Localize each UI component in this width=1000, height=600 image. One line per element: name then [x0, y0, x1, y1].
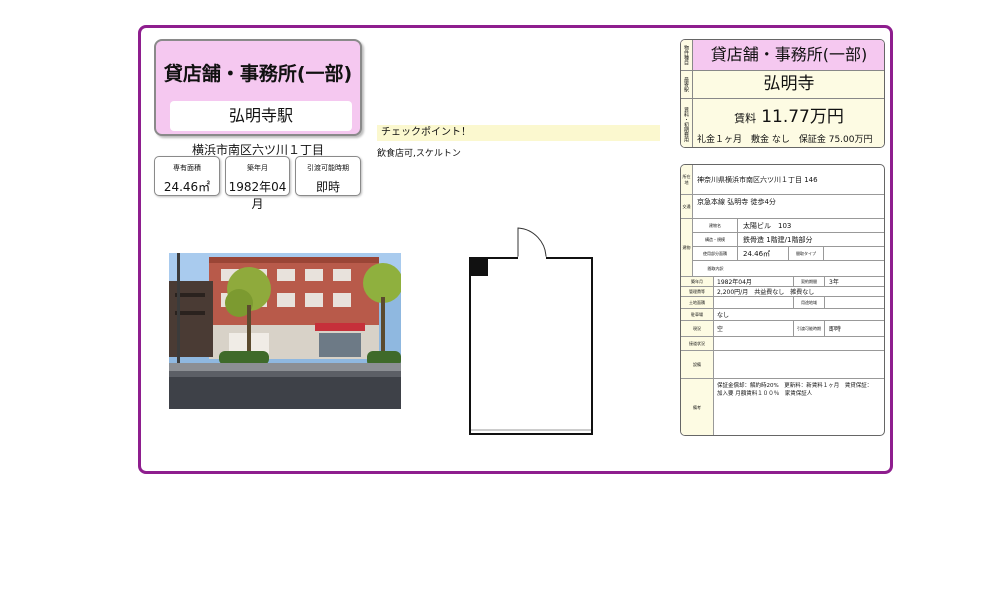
detail-row-remarks: 備考 保証金償却：解約時20% 更新料：新賃料１ヶ月 賃貸保証： 加入要 月額賃… — [681, 379, 884, 435]
detail-label-status: 現況 — [681, 321, 714, 336]
detail-label-parking: 駐車場 — [681, 309, 714, 320]
detail-remarks-2: 加入要 月額賃料１００％ 家賃保証人 — [717, 391, 813, 397]
detail-area: 24.46㎡ — [743, 250, 771, 258]
detail-label-remarks: 備考 — [681, 379, 714, 435]
detail-row-structure: 構造・規模 鉄骨造 1階建/1階部分 — [693, 233, 884, 247]
summary-rent-label: 賃料 — [734, 112, 757, 125]
detail-label-building-name: 建物名 — [693, 219, 738, 232]
detail-parking: なし — [717, 312, 730, 319]
detail-row-building-name: 建物名 太陽ビル 103 — [693, 219, 884, 233]
detail-table: 所在地 神奈川県横浜市南区六ツ川１丁目 146 交通 京急本線 弘明寺 徒歩4分… — [680, 164, 885, 436]
detail-handover: 即時 — [829, 326, 842, 333]
summary-rent-line: 賃料 11.77万円 — [694, 102, 884, 127]
info-area-value: 24.46㎡ — [163, 180, 211, 194]
detail-remarks-1: 保証金償却：解約時20% 更新料：新賃料１ヶ月 賃貸保証： — [717, 383, 873, 389]
detail-row-parking: 駐車場 なし — [681, 309, 884, 321]
detail-label-location: 所在地 — [681, 165, 693, 194]
property-type: 貸店舗・事務所(一部) — [163, 63, 353, 85]
summary-side-label-rent: 賃料・初期費用 — [681, 99, 693, 147]
detail-label-area: 使用部分面積 — [693, 247, 738, 260]
detail-row-area: 使用部分面積 24.46㎡ 間取タイプ — [693, 247, 884, 261]
detail-row-built: 築年月 1982年04月 契約期間 3年 — [681, 277, 884, 287]
summary-type-row: 物件種目 貸店舗・事務所(一部) — [681, 40, 884, 71]
detail-row-vicinity: 接道状況 — [681, 337, 884, 351]
info-area: 専有面積 24.46㎡ — [154, 156, 220, 196]
summary-side-label-type: 物件種目 — [681, 40, 693, 70]
detail-mgmt-fee: 2,200円/月 共益費なし 雑費なし — [717, 289, 815, 296]
detail-label-traffic: 交通 — [681, 195, 693, 218]
building-photo — [169, 253, 401, 409]
detail-built: 1982年04月 — [717, 279, 752, 286]
summary-type: 貸店舗・事務所(一部) — [710, 45, 868, 64]
info-handover: 引渡可能時期 即時 — [295, 156, 361, 196]
detail-structure: 鉄骨造 1階建/1階部分 — [743, 236, 813, 244]
info-handover-value: 即時 — [315, 180, 340, 194]
summary-terms: 礼金１ヶ月 敷金 なし 保証金 75.00万円 — [697, 135, 873, 145]
summary-card: 物件種目 貸店舗・事務所(一部) 最寄駅 弘明寺 賃料・初期費用 賃料 11.7… — [680, 39, 885, 148]
detail-label-layout-type: 間取タイプ — [788, 247, 824, 260]
info-built: 築年月 1982年04月 — [225, 156, 290, 211]
station-name: 弘明寺駅 — [170, 101, 352, 131]
info-area-label: 専有面積 — [173, 164, 201, 172]
detail-label-structure: 構造・規模 — [693, 233, 738, 246]
detail-label-zoning: 用途地域 — [793, 297, 825, 308]
detail-row-transport: 交通 京急本線 弘明寺 徒歩4分 — [681, 195, 884, 219]
detail-label-contract: 契約期間 — [793, 277, 825, 286]
detail-row-land: 土地面積 用途地域 — [681, 297, 884, 309]
detail-building-section: 建物 建物名 太陽ビル 103 構造・規模 鉄骨造 1階建/1階部分 使用部分面… — [681, 219, 884, 277]
summary-side-label-station: 最寄駅 — [681, 71, 693, 98]
detail-label-layout-detail: 間取内訳 — [707, 266, 724, 271]
title-card: 貸店舗・事務所(一部) 弘明寺駅 — [154, 39, 362, 136]
info-built-label: 築年月 — [247, 164, 268, 172]
floor-plan — [466, 223, 596, 442]
detail-row-mgmt: 管理費等 2,200円/月 共益費なし 雑費なし — [681, 287, 884, 297]
summary-station-row: 最寄駅 弘明寺 — [681, 71, 884, 99]
detail-label-land: 土地面積 — [681, 297, 714, 308]
detail-row-address: 所在地 神奈川県横浜市南区六ツ川１丁目 146 — [681, 165, 884, 195]
detail-label-handover: 引渡可能時期 — [793, 321, 825, 336]
detail-label-vicinity: 接道状況 — [681, 337, 714, 350]
summary-station: 弘明寺 — [763, 74, 815, 94]
detail-transport: 京急本線 弘明寺 徒歩4分 — [697, 198, 776, 206]
property-flyer: 貸店舗・事務所(一部) 弘明寺駅 横浜市南区六ツ川１丁目 専有面積 24.46㎡… — [138, 25, 893, 474]
info-built-value: 1982年04月 — [228, 180, 287, 211]
detail-row-facilities: 設備 — [681, 351, 884, 379]
detail-label-built: 築年月 — [681, 277, 714, 286]
detail-row-layout-detail: 間取内訳 — [693, 261, 884, 277]
summary-rent-value: 11.77万円 — [761, 107, 844, 127]
detail-label-building: 建物 — [681, 219, 693, 276]
detail-label-facilities: 設備 — [681, 351, 714, 378]
detail-label-mgmt: 管理費等 — [681, 287, 714, 296]
summary-rent-row: 賃料・初期費用 賃料 11.77万円 礼金１ヶ月 敷金 なし 保証金 75.00… — [681, 99, 884, 147]
info-handover-label: 引渡可能時期 — [307, 164, 349, 172]
summary-rent: 賃料 11.77万円 礼金１ヶ月 敷金 なし 保証金 75.00万円 — [694, 99, 884, 147]
detail-building-name: 太陽ビル 103 — [743, 222, 792, 230]
detail-row-status: 現況 空 引渡可能時期 即時 — [681, 321, 884, 337]
check-point-text: 飲食店可,スケルトン — [377, 149, 461, 159]
detail-address: 神奈川県横浜市南区六ツ川１丁目 146 — [697, 176, 818, 184]
detail-status: 空 — [717, 326, 724, 333]
check-point-title: チェックポイント！ — [377, 125, 660, 141]
detail-contract-term: 3年 — [829, 279, 839, 286]
